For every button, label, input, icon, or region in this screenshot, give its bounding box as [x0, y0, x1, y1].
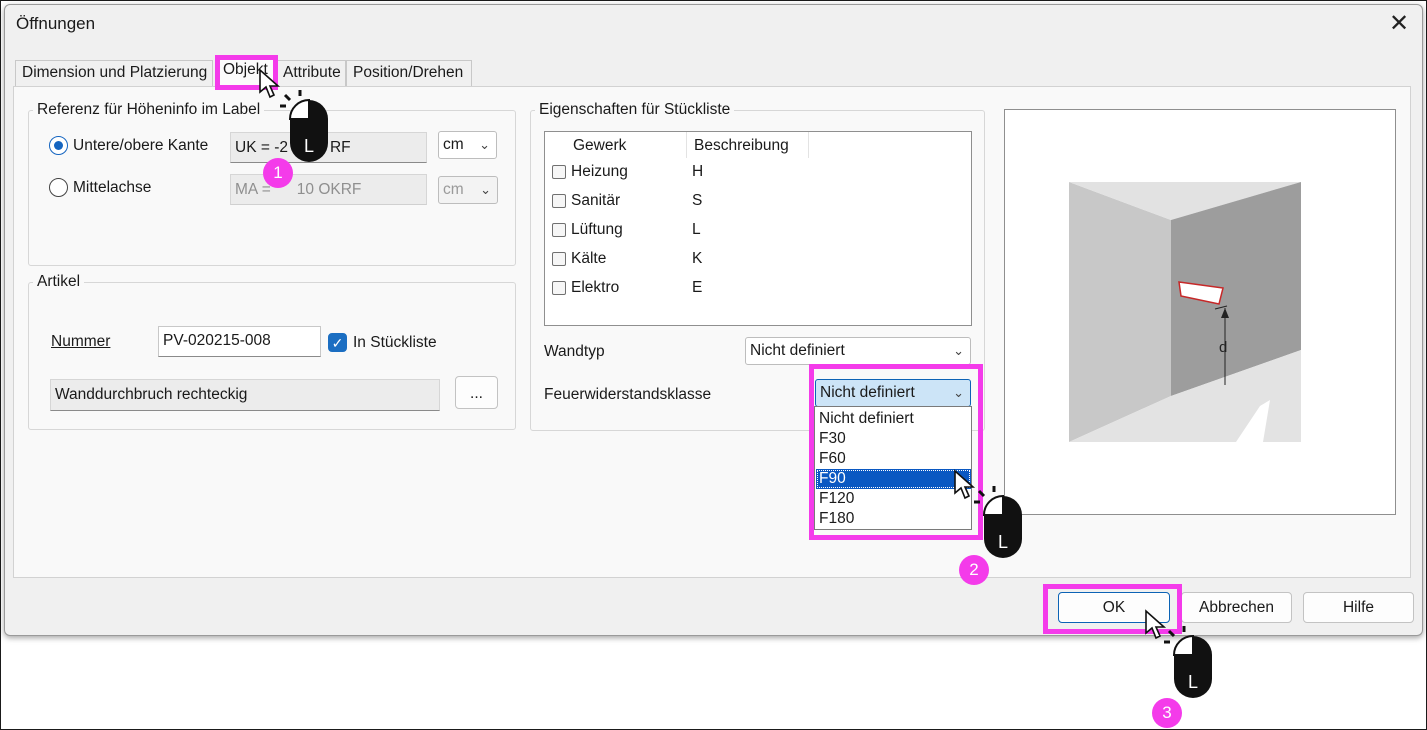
- row-checkbox[interactable]: [552, 252, 566, 266]
- artikel-legend: Artikel: [33, 273, 85, 291]
- tab-position[interactable]: Position/Drehen: [346, 60, 472, 86]
- ma-field-suffix: 10 OKRF: [296, 181, 362, 198]
- chevron-down-icon: ⌄: [479, 137, 490, 152]
- help-button[interactable]: Hilfe: [1303, 592, 1414, 623]
- row-checkbox[interactable]: [552, 194, 566, 208]
- ma-unit-select: cm ⌄: [438, 176, 498, 204]
- eigenschaften-legend: Eigenschaften für Stückliste: [535, 101, 735, 119]
- right-margin: [1301, 182, 1327, 442]
- browse-button[interactable]: ...: [455, 376, 498, 409]
- tab-attribute[interactable]: Attribute: [276, 60, 346, 86]
- wandtyp-value: Nicht definiert: [750, 342, 845, 359]
- radio-mittelachse-label[interactable]: Mittelachse: [73, 179, 151, 197]
- beschreibung-field[interactable]: Wanddurchbruch rechteckig: [50, 379, 440, 411]
- column-header-beschreibung[interactable]: Beschreibung: [688, 132, 809, 158]
- in-stueckliste-checkbox[interactable]: ✓: [328, 333, 347, 352]
- highlight-feuer-dropdown: [809, 364, 983, 540]
- cancel-button[interactable]: Abbrechen: [1181, 592, 1292, 623]
- referenz-legend: Referenz für Höheninfo im Label: [33, 101, 265, 119]
- radio-untere-obere-label[interactable]: Untere/obere Kante: [73, 137, 208, 155]
- ma-unit-value: cm: [443, 181, 464, 198]
- mouse-left-click-icon: L: [280, 90, 328, 162]
- row-gewerk: Heizung: [571, 163, 628, 180]
- dimension-label: d: [1219, 339, 1227, 356]
- row-checkbox[interactable]: [552, 281, 566, 295]
- row-checkbox[interactable]: [552, 223, 566, 237]
- row-gewerk: Kälte: [571, 250, 607, 267]
- feuer-label: Feuerwiderstandsklasse: [544, 386, 712, 403]
- chevron-down-icon: ⌄: [953, 343, 964, 358]
- radio-untere-obere[interactable]: [49, 136, 68, 155]
- wandtyp-select[interactable]: Nicht definiert ⌄: [745, 337, 971, 365]
- row-beschreibung: E: [692, 279, 703, 296]
- row-gewerk: Sanitär: [571, 192, 621, 209]
- mouse-left-click-icon: L: [1164, 626, 1212, 698]
- row-gewerk: Elektro: [571, 279, 620, 296]
- uk-unit-select[interactable]: cm ⌄: [438, 131, 497, 159]
- step-badge-3: 3: [1152, 698, 1182, 728]
- row-beschreibung: L: [692, 221, 701, 238]
- mouse-left-click-icon: L: [974, 486, 1022, 558]
- svg-text:L: L: [1188, 672, 1198, 692]
- tab-dimension[interactable]: Dimension und Platzierung: [15, 60, 213, 86]
- gewerk-list: Gewerk Beschreibung Heizung H Sanitär S …: [544, 131, 972, 326]
- nummer-label: Nummer: [51, 333, 111, 350]
- row-beschreibung: S: [692, 192, 703, 209]
- dialog-title: Öffnungen: [16, 14, 96, 33]
- nummer-input[interactable]: PV-020215-008: [158, 326, 321, 357]
- svg-text:L: L: [304, 136, 314, 156]
- row-gewerk: Lüftung: [571, 221, 623, 238]
- chevron-down-icon: ⌄: [480, 182, 491, 197]
- wall-opening-preview: d: [1069, 182, 1327, 442]
- radio-mittelachse[interactable]: [49, 178, 68, 197]
- row-beschreibung: H: [692, 163, 704, 180]
- row-beschreibung: K: [692, 250, 703, 267]
- preview-panel: d: [1004, 109, 1396, 515]
- column-header-gewerk[interactable]: Gewerk: [567, 132, 687, 158]
- uk-unit-value: cm: [443, 136, 464, 153]
- row-checkbox[interactable]: [552, 165, 566, 179]
- ma-field-value: MA =: [235, 181, 271, 198]
- in-stueckliste-label[interactable]: In Stückliste: [353, 334, 437, 352]
- wandtyp-label: Wandtyp: [544, 343, 605, 360]
- svg-text:L: L: [998, 532, 1008, 552]
- ma-field: MA = 10 OKRF: [230, 174, 427, 205]
- close-icon[interactable]: ✕: [1383, 8, 1415, 40]
